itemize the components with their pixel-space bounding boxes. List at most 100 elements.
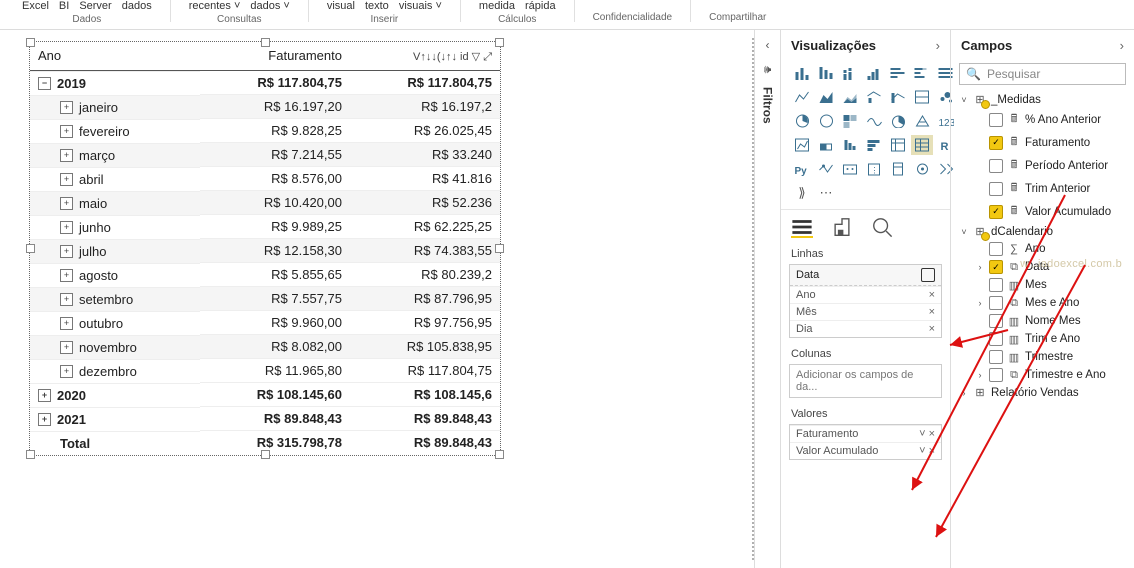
expand-icon[interactable]: + — [60, 317, 73, 330]
expand-icon[interactable]: + — [38, 413, 51, 426]
resize-handle[interactable] — [261, 450, 270, 459]
field-item[interactable]: ▥ Trim e Ano — [975, 330, 1128, 348]
expand-icon[interactable]: + — [60, 293, 73, 306]
remove-icon[interactable]: × — [929, 306, 935, 318]
viz-type-icon[interactable] — [815, 159, 837, 179]
chevron-right-icon[interactable]: › — [936, 38, 940, 53]
ribbon-item[interactable]: dados — [122, 0, 152, 12]
well-child[interactable]: Dia — [796, 323, 813, 335]
month-label[interactable]: agosto — [79, 268, 118, 283]
viz-type-icon[interactable] — [791, 111, 813, 131]
field-item[interactable]: ▥ Nome Mes — [975, 312, 1128, 330]
columns-well[interactable]: Adicionar os campos de da... — [789, 364, 942, 398]
field-item[interactable]: 🖩 Período Anterior — [975, 154, 1128, 177]
matrix-header-acumulado[interactable]: V↑↓↓(↓↑↓ id ▽ ⤢ — [350, 42, 500, 70]
field-item[interactable]: ∑ Ano — [975, 240, 1128, 258]
field-item[interactable]: › ⧉ Trimestre e Ano — [975, 366, 1128, 384]
viz-type-icon[interactable] — [815, 135, 837, 155]
viz-type-icon[interactable] — [839, 87, 861, 107]
viz-type-icon[interactable] — [863, 63, 885, 83]
matrix-header-toolbar[interactable]: V↑↓↓(↓↑↓ id ▽ ⤢ — [413, 50, 492, 64]
collapse-icon[interactable]: − — [38, 77, 51, 90]
viz-type-icon[interactable] — [839, 63, 861, 83]
viz-type-icon[interactable] — [791, 87, 813, 107]
viz-more-icon[interactable]: ⋯ — [815, 183, 837, 203]
fields-search[interactable]: 🔍 Pesquisar — [959, 63, 1126, 85]
expand-icon[interactable]: + — [60, 173, 73, 186]
well-value[interactable]: Faturamento — [796, 428, 858, 440]
month-label[interactable]: outubro — [79, 316, 123, 331]
tab-analytics-icon[interactable] — [871, 218, 893, 236]
field-item[interactable]: ▥ Mes — [975, 276, 1128, 294]
ribbon-item[interactable]: dados ˅ — [250, 0, 289, 12]
field-checkbox[interactable] — [989, 242, 1003, 256]
month-label[interactable]: junho — [79, 220, 111, 235]
expand-icon[interactable]: + — [60, 101, 73, 114]
fields-table[interactable]: › ⊞ Relatório Vendas — [959, 384, 1128, 401]
field-item[interactable]: ▥ Trimestre — [975, 348, 1128, 366]
viz-type-icon[interactable]: Py — [791, 159, 813, 179]
matrix-header-ano[interactable]: Ano — [30, 42, 200, 70]
ribbon-item[interactable]: medida — [479, 0, 515, 12]
ribbon-item[interactable]: Excel — [22, 0, 49, 12]
field-checkbox[interactable] — [989, 260, 1003, 274]
month-label[interactable]: março — [79, 148, 115, 163]
viz-type-icon[interactable] — [863, 87, 885, 107]
expand-icon[interactable]: + — [60, 125, 73, 138]
viz-type-icon[interactable] — [815, 87, 837, 107]
field-checkbox[interactable] — [989, 368, 1003, 382]
field-checkbox[interactable] — [989, 332, 1003, 346]
expand-icon[interactable]: + — [60, 245, 73, 258]
viz-type-icon[interactable] — [839, 135, 861, 155]
month-label[interactable]: dezembro — [79, 364, 137, 379]
month-label[interactable]: abril — [79, 172, 104, 187]
field-checkbox[interactable] — [989, 278, 1003, 292]
resize-handle[interactable] — [495, 450, 504, 459]
fields-table[interactable]: ˅ ⊞ _Medidas — [959, 91, 1128, 108]
viz-type-icon[interactable] — [887, 63, 909, 83]
well-value[interactable]: Valor Acumulado — [796, 445, 878, 457]
viz-type-icon[interactable] — [887, 87, 909, 107]
viz-type-icon[interactable] — [887, 135, 909, 155]
report-canvas[interactable]: Ano Faturamento V↑↓↓(↓↑↓ id ▽ ⤢ −2019R$ … — [0, 30, 754, 568]
viz-type-icon[interactable] — [863, 135, 885, 155]
ribbon-item[interactable]: BI — [59, 0, 69, 12]
field-checkbox[interactable] — [989, 205, 1003, 219]
viz-type-icon[interactable] — [791, 135, 813, 155]
ribbon-item[interactable]: visuais ˅ — [399, 0, 442, 12]
viz-type-icon[interactable] — [791, 63, 813, 83]
viz-type-icon[interactable] — [911, 135, 933, 155]
field-checkbox[interactable] — [989, 296, 1003, 310]
viz-type-icon[interactable] — [863, 111, 885, 131]
field-item[interactable]: 🖩 Valor Acumulado — [975, 200, 1128, 223]
viz-type-icon[interactable] — [815, 111, 837, 131]
expand-icon[interactable]: + — [60, 269, 73, 282]
well-child[interactable]: Ano — [796, 289, 816, 301]
field-checkbox[interactable] — [989, 113, 1003, 127]
field-item[interactable]: 🖩 Trim Anterior — [975, 177, 1128, 200]
well-collapse-icon[interactable] — [921, 268, 935, 282]
remove-icon[interactable]: ˅ × — [919, 445, 935, 457]
ribbon-item[interactable]: texto — [365, 0, 389, 12]
viz-type-icon[interactable] — [911, 111, 933, 131]
viz-type-icon[interactable] — [911, 87, 933, 107]
chevron-right-icon[interactable]: › — [1120, 38, 1124, 53]
ribbon-item[interactable]: rápida — [525, 0, 556, 12]
field-checkbox[interactable] — [989, 314, 1003, 328]
field-checkbox[interactable] — [989, 136, 1003, 150]
expand-icon[interactable]: + — [38, 389, 51, 402]
year-label[interactable]: 2020 — [57, 388, 86, 403]
resize-handle[interactable] — [26, 450, 35, 459]
viz-chevron-icon[interactable]: ⟫ — [791, 183, 813, 203]
filters-pane-collapsed[interactable]: ‹ 🕪 Filtros — [754, 30, 780, 568]
field-item[interactable]: 🖩 % Ano Anterior — [975, 108, 1128, 131]
year-label[interactable]: 2021 — [57, 412, 86, 427]
chevron-left-icon[interactable]: ‹ — [766, 38, 770, 52]
field-checkbox[interactable] — [989, 182, 1003, 196]
resize-handle[interactable] — [26, 244, 35, 253]
remove-icon[interactable]: × — [929, 289, 935, 301]
viz-type-icon[interactable]: ⋮ — [863, 159, 885, 179]
month-label[interactable]: fevereiro — [79, 124, 130, 139]
expand-icon[interactable]: + — [60, 365, 73, 378]
year-label[interactable]: 2019 — [57, 76, 86, 91]
